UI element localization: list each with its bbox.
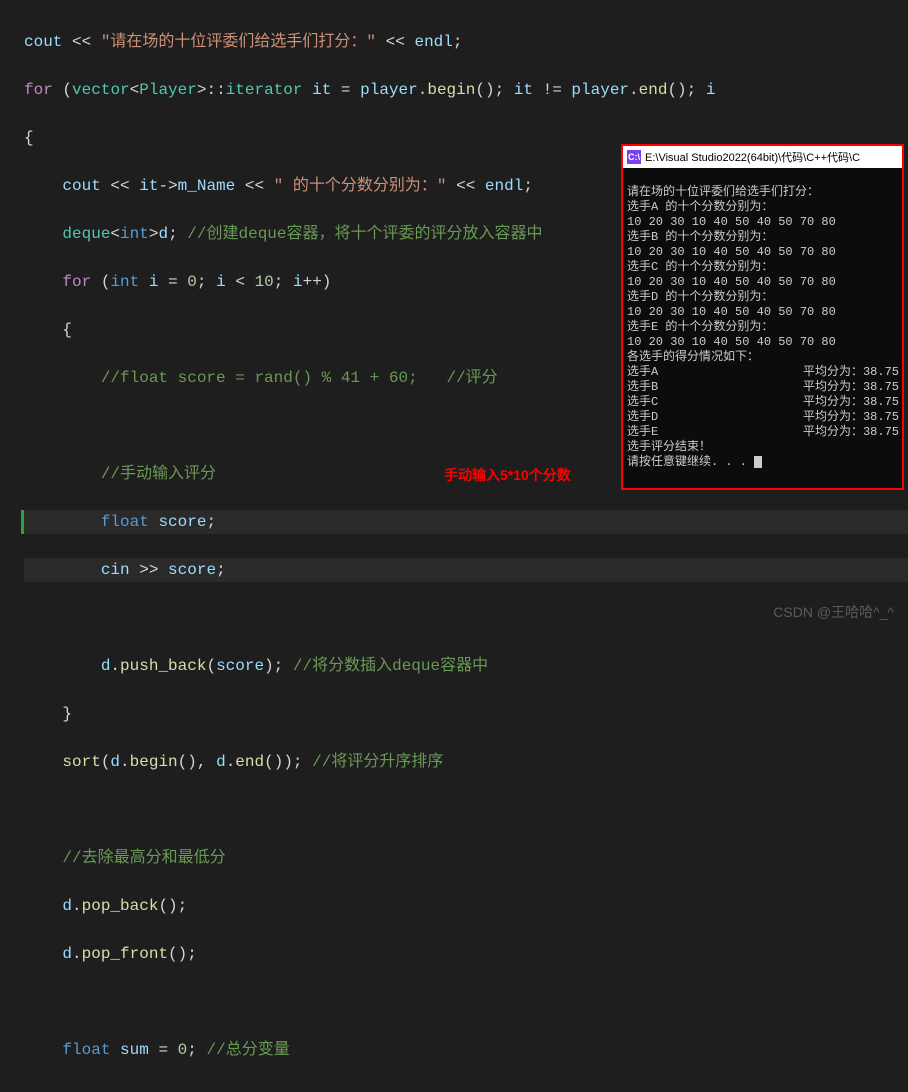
console-output: 请在场的十位评委们给选手们打分：选手A 的十个分数分别为：10 20 30 10…	[623, 168, 902, 487]
code-line	[24, 798, 908, 822]
watermark: CSDN @王哈哈^_^	[773, 602, 894, 622]
red-annotation: 手动输入5*10个分数	[444, 463, 571, 487]
code-line: float sum = 0; //总分变量	[24, 1038, 908, 1062]
code-line	[24, 990, 908, 1014]
console-title: E:\Visual Studio2022(64bit)\代码\C++代码\C	[645, 149, 860, 165]
code-line: float score;	[21, 510, 908, 534]
console-window: C:\ E:\Visual Studio2022(64bit)\代码\C++代码…	[621, 144, 904, 490]
code-line: for (vector<Player>::iterator it = playe…	[24, 78, 908, 102]
code-line: sort(d.begin(), d.end()); //将评分升序排序	[24, 750, 908, 774]
console-titlebar[interactable]: C:\ E:\Visual Studio2022(64bit)\代码\C++代码…	[623, 146, 902, 168]
code-line: }	[24, 702, 908, 726]
code-line: d.pop_front();	[24, 942, 908, 966]
code-line: //去除最高分和最低分	[24, 846, 908, 870]
cursor-icon	[754, 456, 762, 468]
console-icon: C:\	[627, 150, 641, 164]
code-line: d.push_back(score); //将分数插入deque容器中	[24, 654, 908, 678]
code-line: d.pop_back();	[24, 894, 908, 918]
code-line: cout << "请在场的十位评委们给选手们打分：" << endl;	[24, 30, 908, 54]
code-line: cin >> score;	[24, 558, 908, 582]
